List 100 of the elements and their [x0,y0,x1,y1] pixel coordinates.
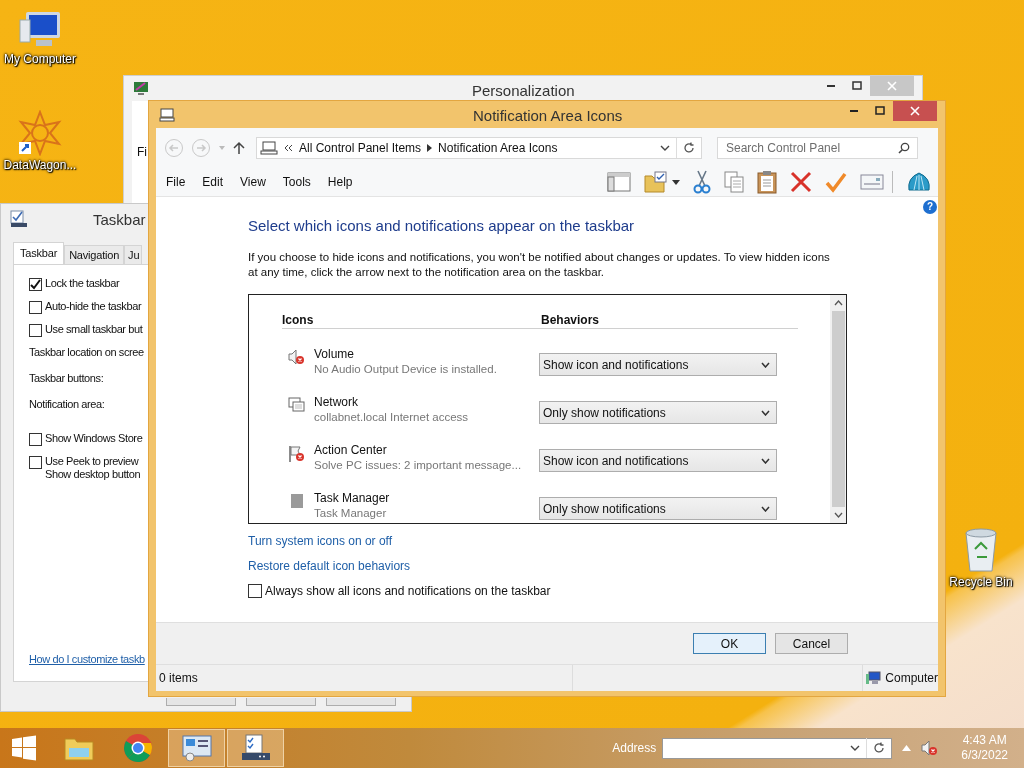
tab[interactable]: Ju [124,245,143,264]
breadcrumb-item[interactable]: All Control Panel Items [299,141,422,155]
minimize-icon [827,85,835,87]
copy-icon[interactable] [724,171,744,193]
icon-name: Action Center [314,443,388,458]
help-button[interactable]: ? [923,200,937,214]
behavior-dropdown[interactable]: Only show notifications [539,497,777,520]
layout-icon[interactable] [607,172,631,192]
menu-item[interactable]: View [240,175,266,189]
icon-name: Task Manager [314,491,391,506]
menu-item[interactable]: Fi [137,145,147,159]
checkbox-label: Use Peek to preview [45,455,140,468]
behavior-dropdown[interactable]: Show icon and notifications [539,353,777,376]
dropdown-chevron-icon[interactable] [660,144,670,152]
delete-icon[interactable] [790,171,812,193]
refresh-icon[interactable] [683,142,695,154]
tab[interactable]: Navigation [64,245,125,264]
window-title: Personalization [472,82,575,99]
menu-item[interactable]: File [166,175,186,189]
search-icon[interactable] [898,142,910,154]
icon-description: Solve PC issues: 2 important message... [314,458,523,473]
clipboard-icon[interactable] [757,170,777,194]
menu-item[interactable]: Edit [202,175,224,189]
chevron-down-icon [761,505,770,512]
checkbox[interactable] [248,584,262,598]
window-icon [288,493,306,509]
scroll-down-icon[interactable] [833,512,843,518]
description-text: If you choose to hide icons and notifications, you won't be notified about changes or updates. To view hidden icons at any time, click the arrow next to the notification area on the taskbar. [248,250,831,280]
icon-description: No Audio Output Device is installed. [314,362,498,377]
close-button[interactable] [893,101,937,121]
windows-logo-icon [11,735,37,761]
help-link[interactable]: How do I customize taskb [29,653,145,665]
chevron-down-icon [761,361,770,368]
checkbox[interactable] [29,278,42,291]
address-field[interactable] [662,737,893,759]
maximize-icon [875,106,885,116]
icon-description: collabnet.local Internet access [314,410,470,425]
computer-icon [260,141,278,155]
checkmark-icon [30,279,41,290]
chevron-down-icon [761,457,770,464]
breadcrumb-arrow-icon [427,144,433,152]
menu-item[interactable]: Help [327,175,353,189]
behavior-dropdown[interactable]: Only show notifications [539,401,777,424]
column-header: Icons [282,313,315,327]
checkbox-label: Use small taskbar but [45,323,143,336]
checkmark-icon[interactable] [825,171,847,193]
link[interactable]: Turn system icons on or off [248,534,393,548]
checklist-icon [239,734,272,762]
icon-name: Network [314,395,359,410]
column-header: Behaviors [541,313,600,327]
scroll-up-icon[interactable] [833,300,843,306]
icon-description: Task Manager [314,506,388,521]
flag-error-icon [288,445,306,463]
refresh-icon[interactable] [873,742,886,754]
breadcrumb-item[interactable]: Notification Area Icons [438,141,558,155]
address-bar[interactable]: All Control Panel Items Notification Area Icons [256,137,702,159]
checkbox-label: Always show all icons and notifications on the taskbar [265,584,551,598]
folder-check-icon[interactable] [644,171,668,193]
shell-icon[interactable] [906,170,932,194]
checkbox-label: Auto-hide the taskbar [45,300,142,313]
recycle-bin-icon[interactable] [963,527,999,573]
muted-speaker-icon [288,349,306,365]
status-location: Computer [885,671,938,685]
checkbox[interactable] [29,433,42,446]
checkbox[interactable] [29,301,42,314]
window-title: Notification Area Icons [473,107,623,124]
dropdown-chevron-icon[interactable] [850,744,861,752]
link[interactable]: Restore default icon behaviors [248,559,411,573]
network-icon [288,397,306,413]
taskbar-button[interactable] [227,729,284,767]
dialog-button[interactable]: OK [693,633,766,654]
close-icon [910,106,920,116]
maximize-icon [852,81,862,91]
scrollbar[interactable] [830,295,846,523]
chevron-up-icon[interactable] [902,745,912,751]
behavior-dropdown[interactable]: Show icon and notifications [539,449,777,472]
icon-name: Volume [314,347,356,362]
muted-speaker-icon[interactable] [921,740,940,756]
computer-icon [865,671,882,685]
checkbox[interactable] [29,324,42,337]
search-field[interactable]: Search Control Panel [717,137,918,159]
chevron-left-icon [284,144,293,152]
close-icon [887,81,897,91]
window-title: Taskbar [93,210,146,228]
star-shortcut-icon[interactable] [17,110,63,156]
setting-label: Taskbar location on scree [29,346,144,359]
taskbar-check-icon [10,210,28,228]
control-panel-icon [180,734,213,762]
chevron-down-icon [761,409,770,416]
card-icon[interactable] [860,173,884,191]
checkbox[interactable] [29,456,42,469]
caret-icon[interactable] [672,179,680,185]
display-icon [133,80,149,97]
scissors-icon[interactable] [693,170,711,194]
menu-item[interactable]: Tools [282,175,311,189]
tab[interactable]: Taskbar [13,242,65,264]
chrome-icon [122,733,153,763]
dialog-button[interactable]: Cancel [775,633,848,654]
minimize-icon [850,110,858,112]
up-arrow-icon[interactable] [233,141,245,155]
